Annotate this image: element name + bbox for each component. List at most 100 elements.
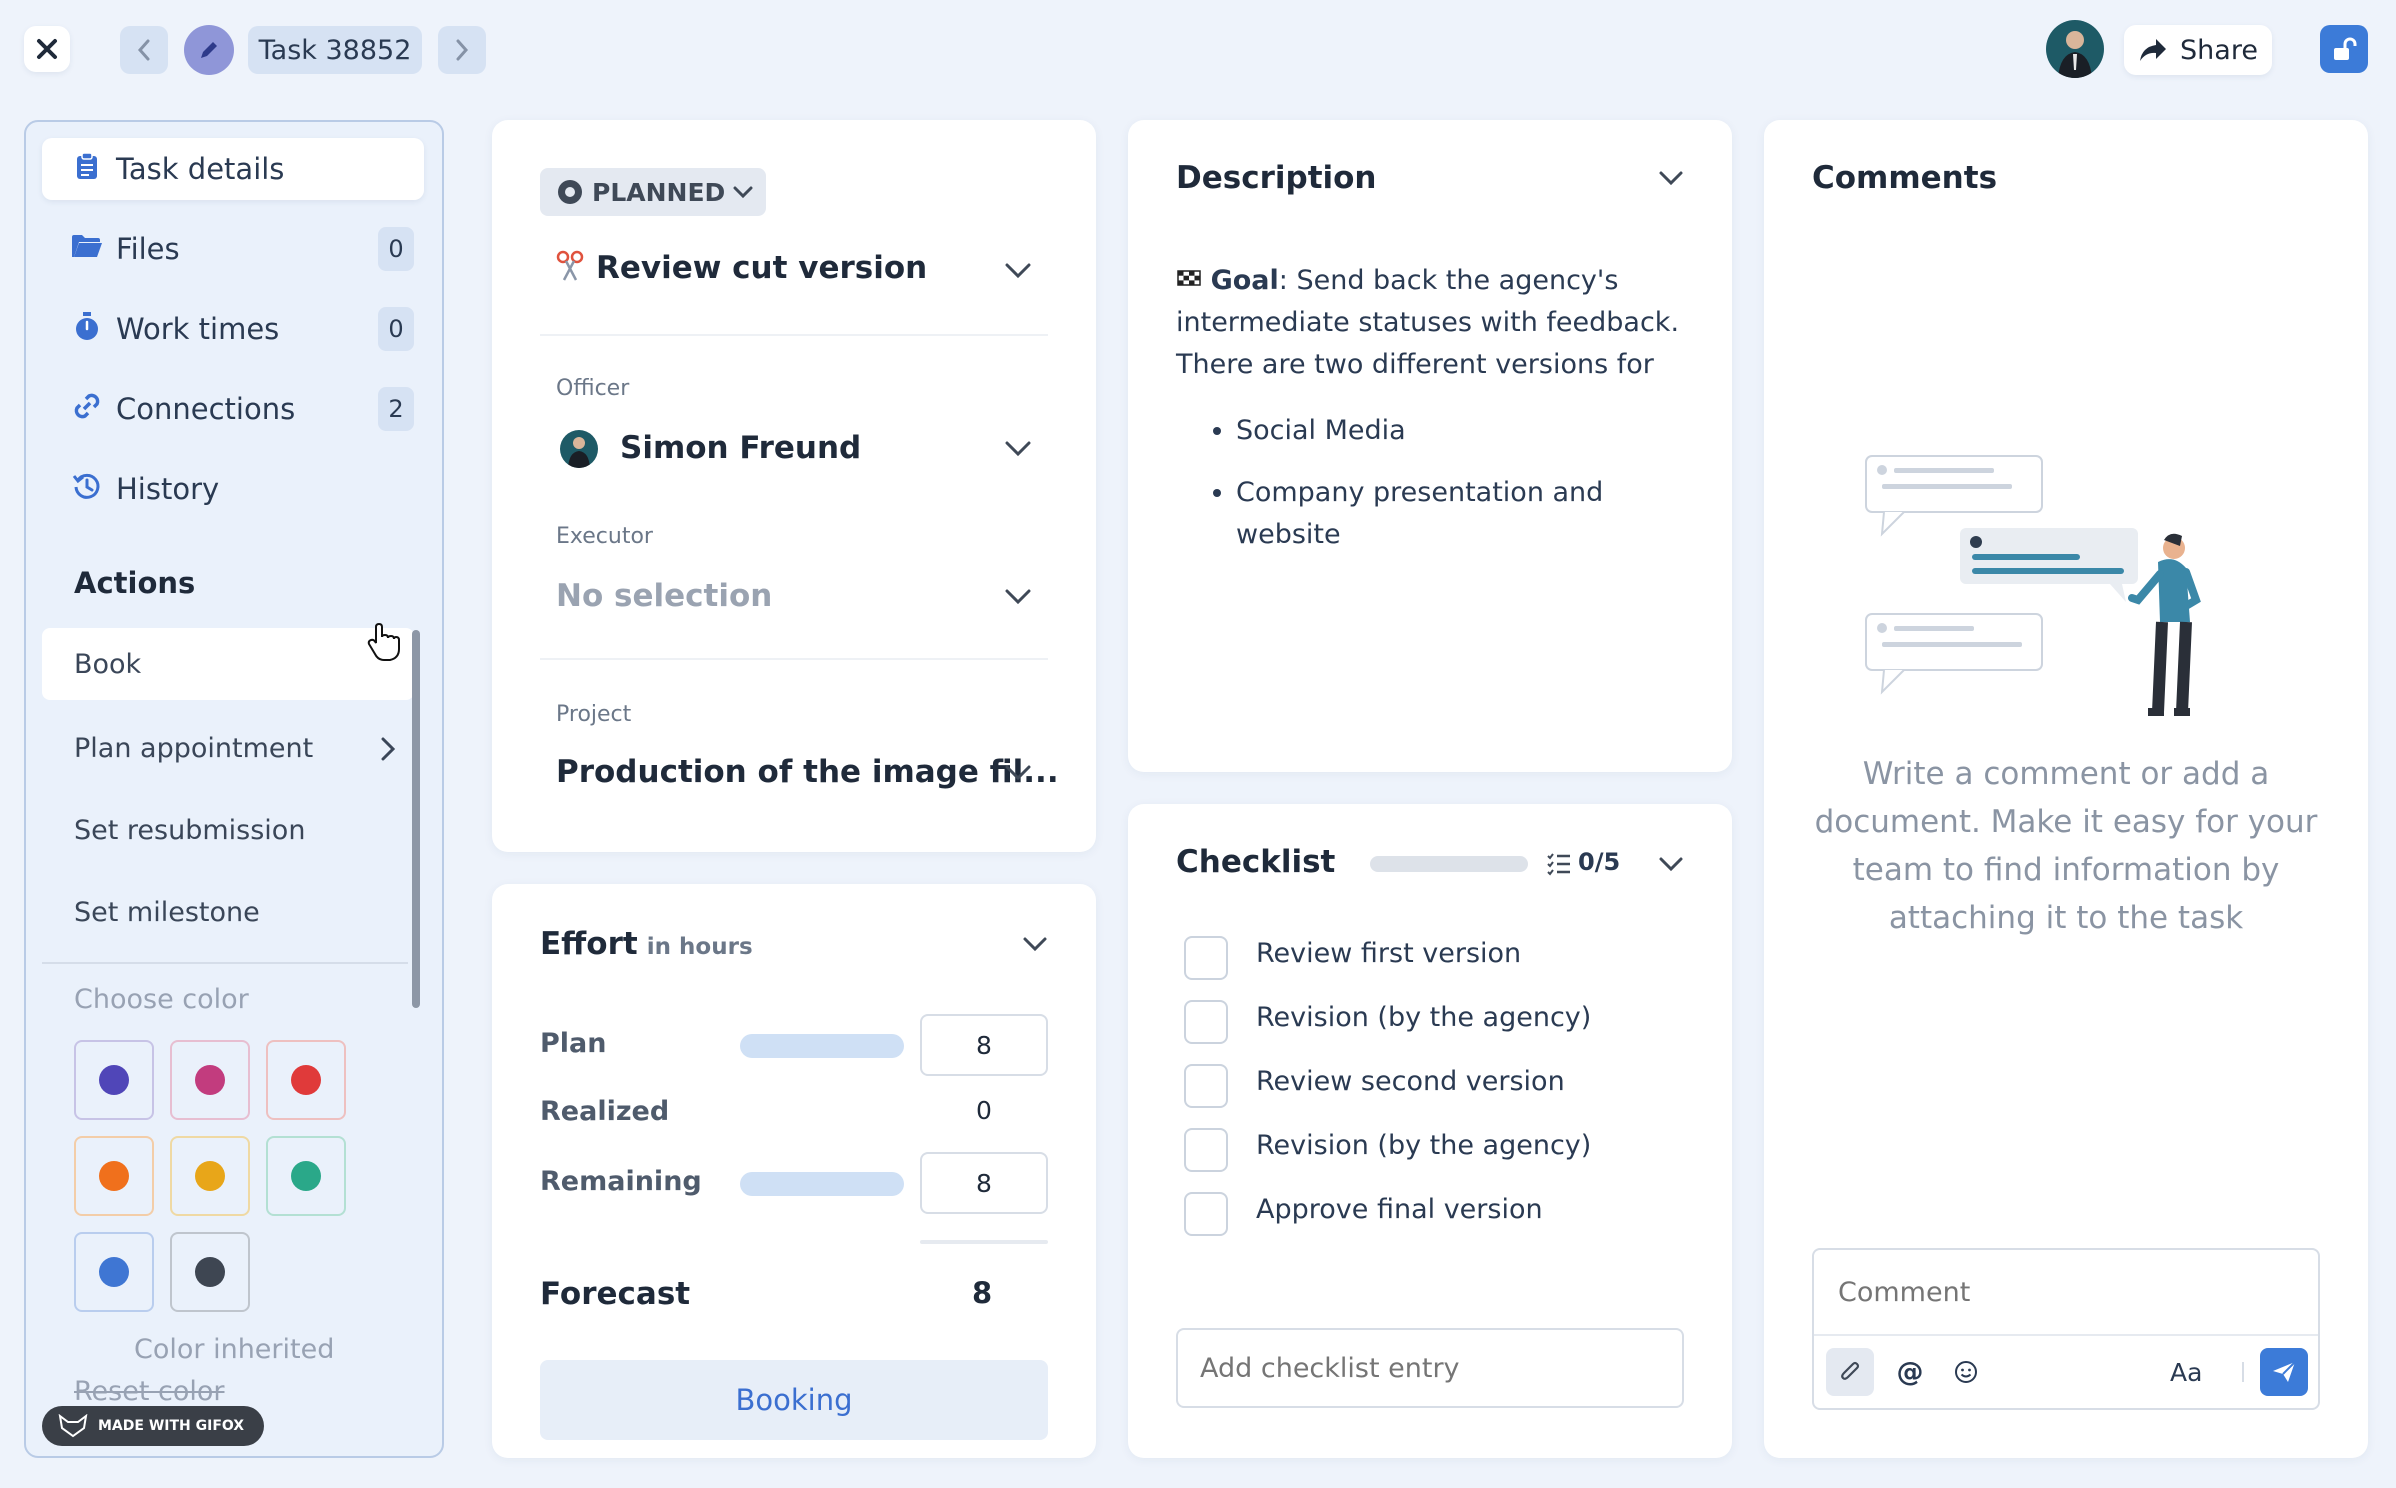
color-swatch-teal[interactable]: [266, 1136, 346, 1216]
project-label: Project: [556, 702, 632, 727]
text-format-button[interactable]: Aa: [2170, 1358, 2202, 1387]
sidebar-item-history[interactable]: History: [42, 458, 424, 520]
color-swatch-red[interactable]: [266, 1040, 346, 1120]
next-task-button[interactable]: [438, 26, 486, 74]
checkered-flag-icon: [1177, 270, 1201, 286]
sidebar-item-label: Work times: [116, 312, 280, 346]
at-sign-icon: @: [1896, 1356, 1924, 1388]
reset-color-link[interactable]: Reset color: [74, 1376, 225, 1407]
checklist-progress-bar: [1370, 856, 1528, 872]
color-dot: [195, 1065, 225, 1095]
comments-illustration: [1865, 455, 2201, 716]
color-dot: [195, 1257, 225, 1287]
remaining-input[interactable]: 8: [920, 1152, 1048, 1214]
mention-button[interactable]: @: [1888, 1348, 1932, 1396]
color-swatch-blue[interactable]: [74, 1232, 154, 1312]
emoji-button[interactable]: [1944, 1348, 1988, 1396]
share-button[interactable]: Share: [2124, 25, 2272, 75]
checklist-checkbox[interactable]: [1184, 1000, 1228, 1044]
sidebar-item-connections[interactable]: Connections 2: [42, 378, 424, 440]
checklist-item-label: Review first version: [1256, 938, 1522, 969]
sidebar-item-files[interactable]: Files 0: [42, 218, 424, 280]
action-label: Set milestone: [74, 896, 260, 928]
unlock-button[interactable]: [2320, 25, 2368, 73]
pencil-icon: [201, 42, 217, 58]
chevron-down-icon[interactable]: [1004, 262, 1032, 280]
color-swatch-purple[interactable]: [74, 1040, 154, 1120]
sidebar-scrollbar[interactable]: [412, 630, 420, 1008]
attach-button[interactable]: [1826, 1348, 1874, 1396]
color-dot: [195, 1161, 225, 1191]
color-dot: [291, 1161, 321, 1191]
remaining-bar: [740, 1172, 904, 1196]
project-value[interactable]: Production of the image fil...: [556, 754, 1059, 790]
checklist-checkbox[interactable]: [1184, 1128, 1228, 1172]
edit-button[interactable]: [184, 25, 234, 75]
bullet-item: Company presentation and website: [1236, 472, 1676, 556]
task-title[interactable]: Review cut version: [596, 250, 927, 286]
executor-value[interactable]: No selection: [556, 578, 772, 614]
plan-input[interactable]: 8: [920, 1014, 1048, 1076]
checklist-title: Checklist: [1176, 844, 1336, 880]
send-button[interactable]: [2260, 1348, 2308, 1396]
chevron-down-icon[interactable]: [1658, 856, 1684, 874]
description-body[interactable]: Goal: Send back the agency's intermediat…: [1176, 260, 1696, 386]
color-swatch-magenta[interactable]: [170, 1040, 250, 1120]
chevron-down-icon[interactable]: [1004, 440, 1032, 458]
officer-label: Officer: [556, 376, 630, 401]
realized-value: 0: [976, 1096, 992, 1125]
comments-empty-text: Write a comment or add a document. Make …: [1814, 756, 2318, 936]
folder-icon: [70, 233, 104, 266]
previous-task-button[interactable]: [120, 26, 168, 74]
checklist-checkbox[interactable]: [1184, 1064, 1228, 1108]
bullet-item: Social Media: [1236, 410, 1676, 452]
checklist-checkbox[interactable]: [1184, 1192, 1228, 1236]
smiley-icon: [1955, 1361, 1977, 1383]
add-checklist-entry-input[interactable]: [1176, 1328, 1684, 1408]
sidebar-item-task-details[interactable]: Task details: [42, 138, 424, 200]
close-button[interactable]: [24, 26, 70, 72]
scissors-icon: [556, 250, 584, 281]
task-id-label: Task 38852: [248, 26, 422, 74]
stopwatch-icon: [70, 311, 104, 348]
divider: [920, 1240, 1048, 1244]
effort-card: Effort in hours Plan 8 Realized 0 Remain…: [492, 884, 1096, 1458]
color-swatch-orange[interactable]: [74, 1136, 154, 1216]
divider: [540, 658, 1048, 660]
plan-label: Plan: [540, 1028, 607, 1059]
comment-input[interactable]: [1814, 1250, 2318, 1336]
action-set-milestone[interactable]: Set milestone: [42, 876, 414, 948]
action-plan-appointment[interactable]: Plan appointment: [42, 712, 414, 784]
gifox-badge-text: MADE WITH GIFOX: [98, 1418, 245, 1434]
goal-label: Goal: [1210, 265, 1279, 296]
description-bullets: Social Media Company presentation and we…: [1236, 410, 1676, 556]
booking-button[interactable]: Booking: [540, 1360, 1048, 1440]
checklist-item-label: Review second version: [1256, 1066, 1565, 1097]
action-book[interactable]: Book: [42, 628, 414, 700]
officer-name[interactable]: Simon Freund: [620, 430, 861, 466]
checklist-checkbox[interactable]: [1184, 936, 1228, 980]
status-dropdown[interactable]: PLANNED: [540, 168, 766, 216]
checklist-card: Checklist 0/5 Review first version Revis…: [1128, 804, 1732, 1458]
unlock-icon: [2334, 37, 2357, 60]
effort-heading: Effort in hours: [540, 926, 753, 962]
chevron-down-icon[interactable]: [1004, 764, 1032, 782]
color-swatch-yellow[interactable]: [170, 1136, 250, 1216]
comment-box: @ Aa: [1812, 1248, 2320, 1410]
sidebar-item-work-times[interactable]: Work times 0: [42, 298, 424, 360]
send-icon: [2273, 1361, 2296, 1382]
forecast-value: 8: [972, 1276, 993, 1310]
user-avatar[interactable]: [2046, 20, 2104, 78]
booking-label: Booking: [735, 1383, 853, 1417]
share-label: Share: [2180, 34, 2258, 66]
color-dot: [99, 1065, 129, 1095]
color-dot: [99, 1161, 129, 1191]
color-inherited-label: Color inherited: [134, 1334, 335, 1365]
action-set-resubmission[interactable]: Set resubmission: [42, 794, 414, 866]
checklist-progress-text: 0/5: [1578, 848, 1621, 876]
chevron-down-icon[interactable]: [1658, 170, 1684, 188]
checklist-item-label: Revision (by the agency): [1256, 1130, 1592, 1161]
chevron-down-icon[interactable]: [1004, 588, 1032, 606]
color-swatch-dark[interactable]: [170, 1232, 250, 1312]
chevron-down-icon[interactable]: [1022, 936, 1048, 954]
